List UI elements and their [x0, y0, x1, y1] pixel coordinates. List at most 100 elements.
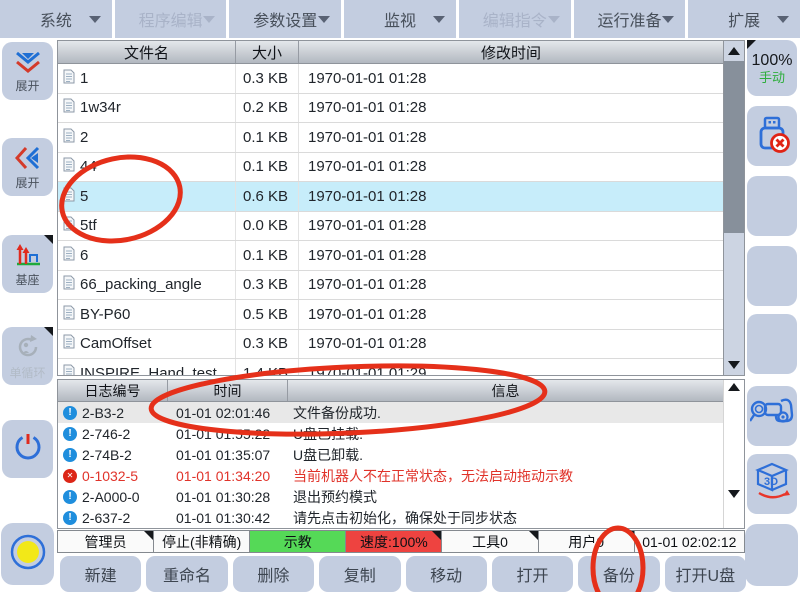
- log-level-icon: [63, 448, 77, 462]
- file-name-cell: 44: [58, 153, 236, 182]
- power-icon: [12, 431, 44, 468]
- action-bar: 新建 重命名 删除 复制 移动 打开 备份 打开U盘: [60, 556, 746, 592]
- file-row[interactable]: 44 0.1 KB 1970-01-01 01:28: [58, 153, 723, 183]
- log-scroll-up-button[interactable]: [724, 383, 744, 391]
- expand-left-button[interactable]: 展开: [2, 138, 53, 196]
- toolbar-blank-button-1[interactable]: [747, 176, 797, 236]
- scroll-down-button[interactable]: [724, 355, 744, 375]
- file-row[interactable]: CamOffset 0.3 KB 1970-01-01 01:28: [58, 330, 723, 360]
- file-row[interactable]: 1w34r 0.2 KB 1970-01-01 01:28: [58, 94, 723, 124]
- chevron-down-icon: [548, 16, 560, 23]
- action-button[interactable]: 重命名: [146, 556, 227, 592]
- file-name-cell: 5tf: [58, 212, 236, 241]
- menu-item-label: 参数设置: [253, 7, 317, 31]
- file-row[interactable]: 2 0.1 KB 1970-01-01 01:28: [58, 123, 723, 153]
- file-name: 6: [80, 247, 88, 264]
- menu-item[interactable]: 运行准备: [574, 0, 686, 38]
- scroll-thumb[interactable]: [724, 61, 744, 233]
- log-id: 2-746-2: [82, 426, 130, 442]
- triangle-down-icon: [728, 490, 740, 498]
- file-size-cell: 0.2 KB: [236, 94, 299, 123]
- usb-eject-button[interactable]: [747, 106, 797, 166]
- log-message-cell: 退出预约模式: [288, 487, 723, 507]
- corner-marker: [144, 531, 153, 540]
- file-row[interactable]: 5tf 0.0 KB 1970-01-01 01:28: [58, 212, 723, 242]
- file-mtime-cell: 1970-01-01 01:28: [299, 153, 723, 182]
- menu-item[interactable]: 参数设置: [229, 0, 341, 38]
- file-size-cell: 0.1 KB: [236, 241, 299, 270]
- action-button[interactable]: 删除: [233, 556, 314, 592]
- triangle-up-icon: [728, 47, 740, 55]
- log-row[interactable]: 2-637-2 01-01 01:30:42 请先点击初始化，确保处于同步状态: [58, 507, 723, 528]
- file-row[interactable]: 66_packing_angle 0.3 KB 1970-01-01 01:28: [58, 271, 723, 301]
- menu-item[interactable]: 监视: [344, 0, 456, 38]
- user-level-box[interactable]: 管理员: [57, 530, 154, 553]
- action-button[interactable]: 移动: [406, 556, 487, 592]
- file-mtime-cell: 1970-01-01 01:28: [299, 212, 723, 241]
- action-button[interactable]: 打开: [492, 556, 573, 592]
- expand-down-button[interactable]: 展开: [2, 42, 53, 100]
- menu-item[interactable]: 系统: [0, 0, 112, 38]
- menu-item-label: 扩展: [728, 7, 760, 31]
- servo-status-button[interactable]: [1, 523, 54, 585]
- chevron-down-icon: [89, 16, 101, 23]
- log-message-cell: 请先点击初始化，确保处于同步状态: [288, 508, 723, 528]
- log-row[interactable]: 2-B3-2 01-01 02:01:46 文件备份成功.: [58, 402, 723, 423]
- file-mtime-cell: 1970-01-01 01:28: [299, 64, 723, 93]
- hand-pendant-icon: [750, 395, 794, 438]
- menu-item[interactable]: 扩展: [688, 0, 800, 38]
- action-button[interactable]: 备份: [578, 556, 659, 592]
- log-scroll-down-button[interactable]: [724, 490, 744, 498]
- file-row[interactable]: 6 0.1 KB 1970-01-01 01:28: [58, 241, 723, 271]
- action-button[interactable]: 打开U盘: [665, 556, 746, 592]
- column-header-filename[interactable]: 文件名: [58, 41, 236, 63]
- file-name: 1: [80, 70, 88, 87]
- base-frame-button[interactable]: 基座: [2, 235, 53, 293]
- column-header-mtime[interactable]: 修改时间: [299, 41, 723, 63]
- log-row[interactable]: 2-74B-2 01-01 01:35:07 U盘已卸载.: [58, 444, 723, 465]
- double-chevron-left-icon: [15, 146, 41, 175]
- log-id: 2-637-2: [82, 510, 130, 526]
- log-row[interactable]: 2-A000-0 01-01 01:30:28 退出预约模式: [58, 486, 723, 507]
- teach-mode-box: 示教: [249, 530, 346, 553]
- toolbar-blank-button-3[interactable]: [747, 314, 797, 374]
- file-name-cell: BY-P60: [58, 300, 236, 329]
- scroll-track[interactable]: [724, 61, 744, 355]
- file-mtime-cell: 1970-01-01 01:28: [299, 330, 723, 359]
- speed-box[interactable]: 速度:100%: [345, 530, 442, 553]
- log-id-cell: 2-B3-2: [58, 405, 168, 421]
- file-row[interactable]: INSPIRE_Hand_test 1.4 KB 1970-01-01 01:2…: [58, 359, 723, 375]
- run-state-label: 停止(非精确): [162, 532, 241, 552]
- speed-mode-button[interactable]: 100% 手动: [747, 40, 797, 96]
- toolbar-blank-button-2[interactable]: [747, 246, 797, 306]
- toolbar-blank-button-4[interactable]: [745, 524, 798, 586]
- cube-3d-icon: 3D: [751, 461, 793, 508]
- log-row[interactable]: 0-1032-5 01-01 01:34:20 当前机器人不在正常状态，无法启动…: [58, 465, 723, 486]
- file-scrollbar: [723, 41, 744, 375]
- user-frame-box[interactable]: 用户0: [538, 530, 635, 553]
- action-button[interactable]: 复制: [319, 556, 400, 592]
- log-message-cell: U盘已卸载.: [288, 445, 723, 465]
- power-button[interactable]: [2, 420, 53, 478]
- log-time-cell: 01-01 01:35:07: [168, 447, 288, 463]
- manual-mode-label: 手动: [759, 71, 785, 85]
- log-time-cell: 01-01 01:30:42: [168, 510, 288, 526]
- column-header-size[interactable]: 大小: [236, 41, 299, 63]
- action-button[interactable]: 新建: [60, 556, 141, 592]
- log-message-cell: 文件备份成功.: [288, 403, 723, 423]
- scroll-up-button[interactable]: [724, 41, 744, 61]
- file-name: 44: [80, 158, 97, 175]
- drag-teach-button[interactable]: [747, 386, 797, 446]
- file-row[interactable]: 5 0.6 KB 1970-01-01 01:28: [58, 182, 723, 212]
- column-header-log-id[interactable]: 日志编号: [58, 380, 168, 401]
- file-row[interactable]: BY-P60 0.5 KB 1970-01-01 01:28: [58, 300, 723, 330]
- column-header-log-time[interactable]: 时间: [168, 380, 288, 401]
- document-icon: [63, 187, 75, 206]
- column-header-log-msg[interactable]: 信息: [288, 380, 723, 401]
- log-row[interactable]: 2-746-2 01-01 01:55:22 U盘已挂载.: [58, 423, 723, 444]
- tool-frame-box[interactable]: 工具0: [441, 530, 538, 553]
- file-row[interactable]: 1 0.3 KB 1970-01-01 01:28: [58, 64, 723, 94]
- log-id-cell: 2-74B-2: [58, 447, 168, 463]
- view-3d-button[interactable]: 3D: [747, 454, 797, 514]
- log-level-icon: [63, 427, 77, 441]
